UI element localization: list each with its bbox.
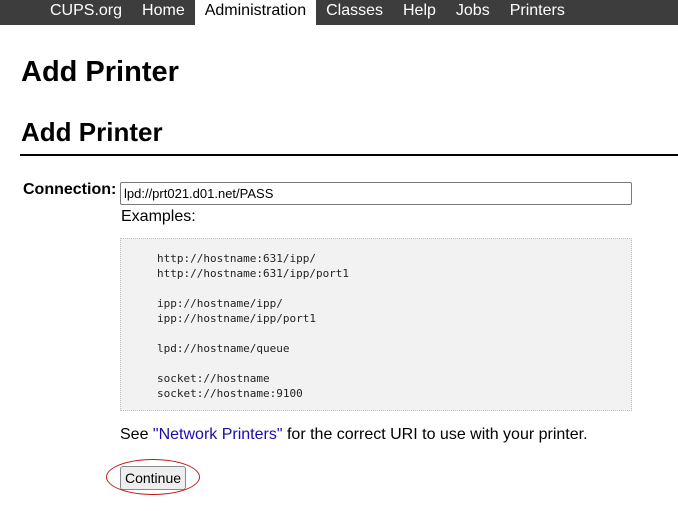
example-spacer	[157, 281, 631, 296]
nav-item-administration[interactable]: Administration	[194, 0, 317, 25]
example-uri: ipp://hostname/ipp/port1	[157, 312, 316, 325]
example-spacer	[157, 326, 631, 341]
example-uri: lpd://hostname/queue	[157, 342, 290, 355]
nav-item-jobs[interactable]: Jobs	[446, 0, 500, 25]
nav-item-help[interactable]: Help	[393, 0, 446, 25]
nav-item-home[interactable]: Home	[132, 0, 195, 25]
nav-item-cups-org[interactable]: CUPS.org	[40, 0, 132, 25]
example-uri: http://hostname:631/ipp/	[157, 252, 316, 265]
uri-hint: See "Network Printers" for the correct U…	[120, 426, 588, 444]
example-uri: socket://hostname	[157, 372, 270, 385]
section-divider	[20, 154, 678, 156]
examples-box: http://hostname:631/ipp/ http://hostname…	[120, 238, 632, 411]
example-uri: ipp://hostname/ipp/	[157, 297, 283, 310]
example-uri: socket://hostname:9100	[157, 387, 303, 400]
connection-label: Connection:	[23, 181, 117, 198]
example-spacer	[157, 356, 631, 371]
page-title: Add Printer	[21, 56, 179, 88]
section-title: Add Printer	[21, 117, 163, 147]
top-nav-bar: CUPS.org Home Administration Classes Hel…	[0, 0, 678, 25]
nav-item-printers[interactable]: Printers	[500, 0, 575, 25]
nav-item-classes[interactable]: Classes	[316, 0, 393, 25]
network-printers-link[interactable]: "Network Printers"	[153, 426, 283, 443]
connection-uri-input[interactable]	[120, 182, 632, 205]
examples-label: Examples:	[121, 208, 196, 225]
hint-text-before: See	[120, 426, 153, 443]
example-uri: http://hostname:631/ipp/port1	[157, 267, 350, 280]
hint-text-after: for the correct URI to use with your pri…	[282, 426, 588, 443]
continue-button[interactable]: Continue	[120, 466, 186, 490]
